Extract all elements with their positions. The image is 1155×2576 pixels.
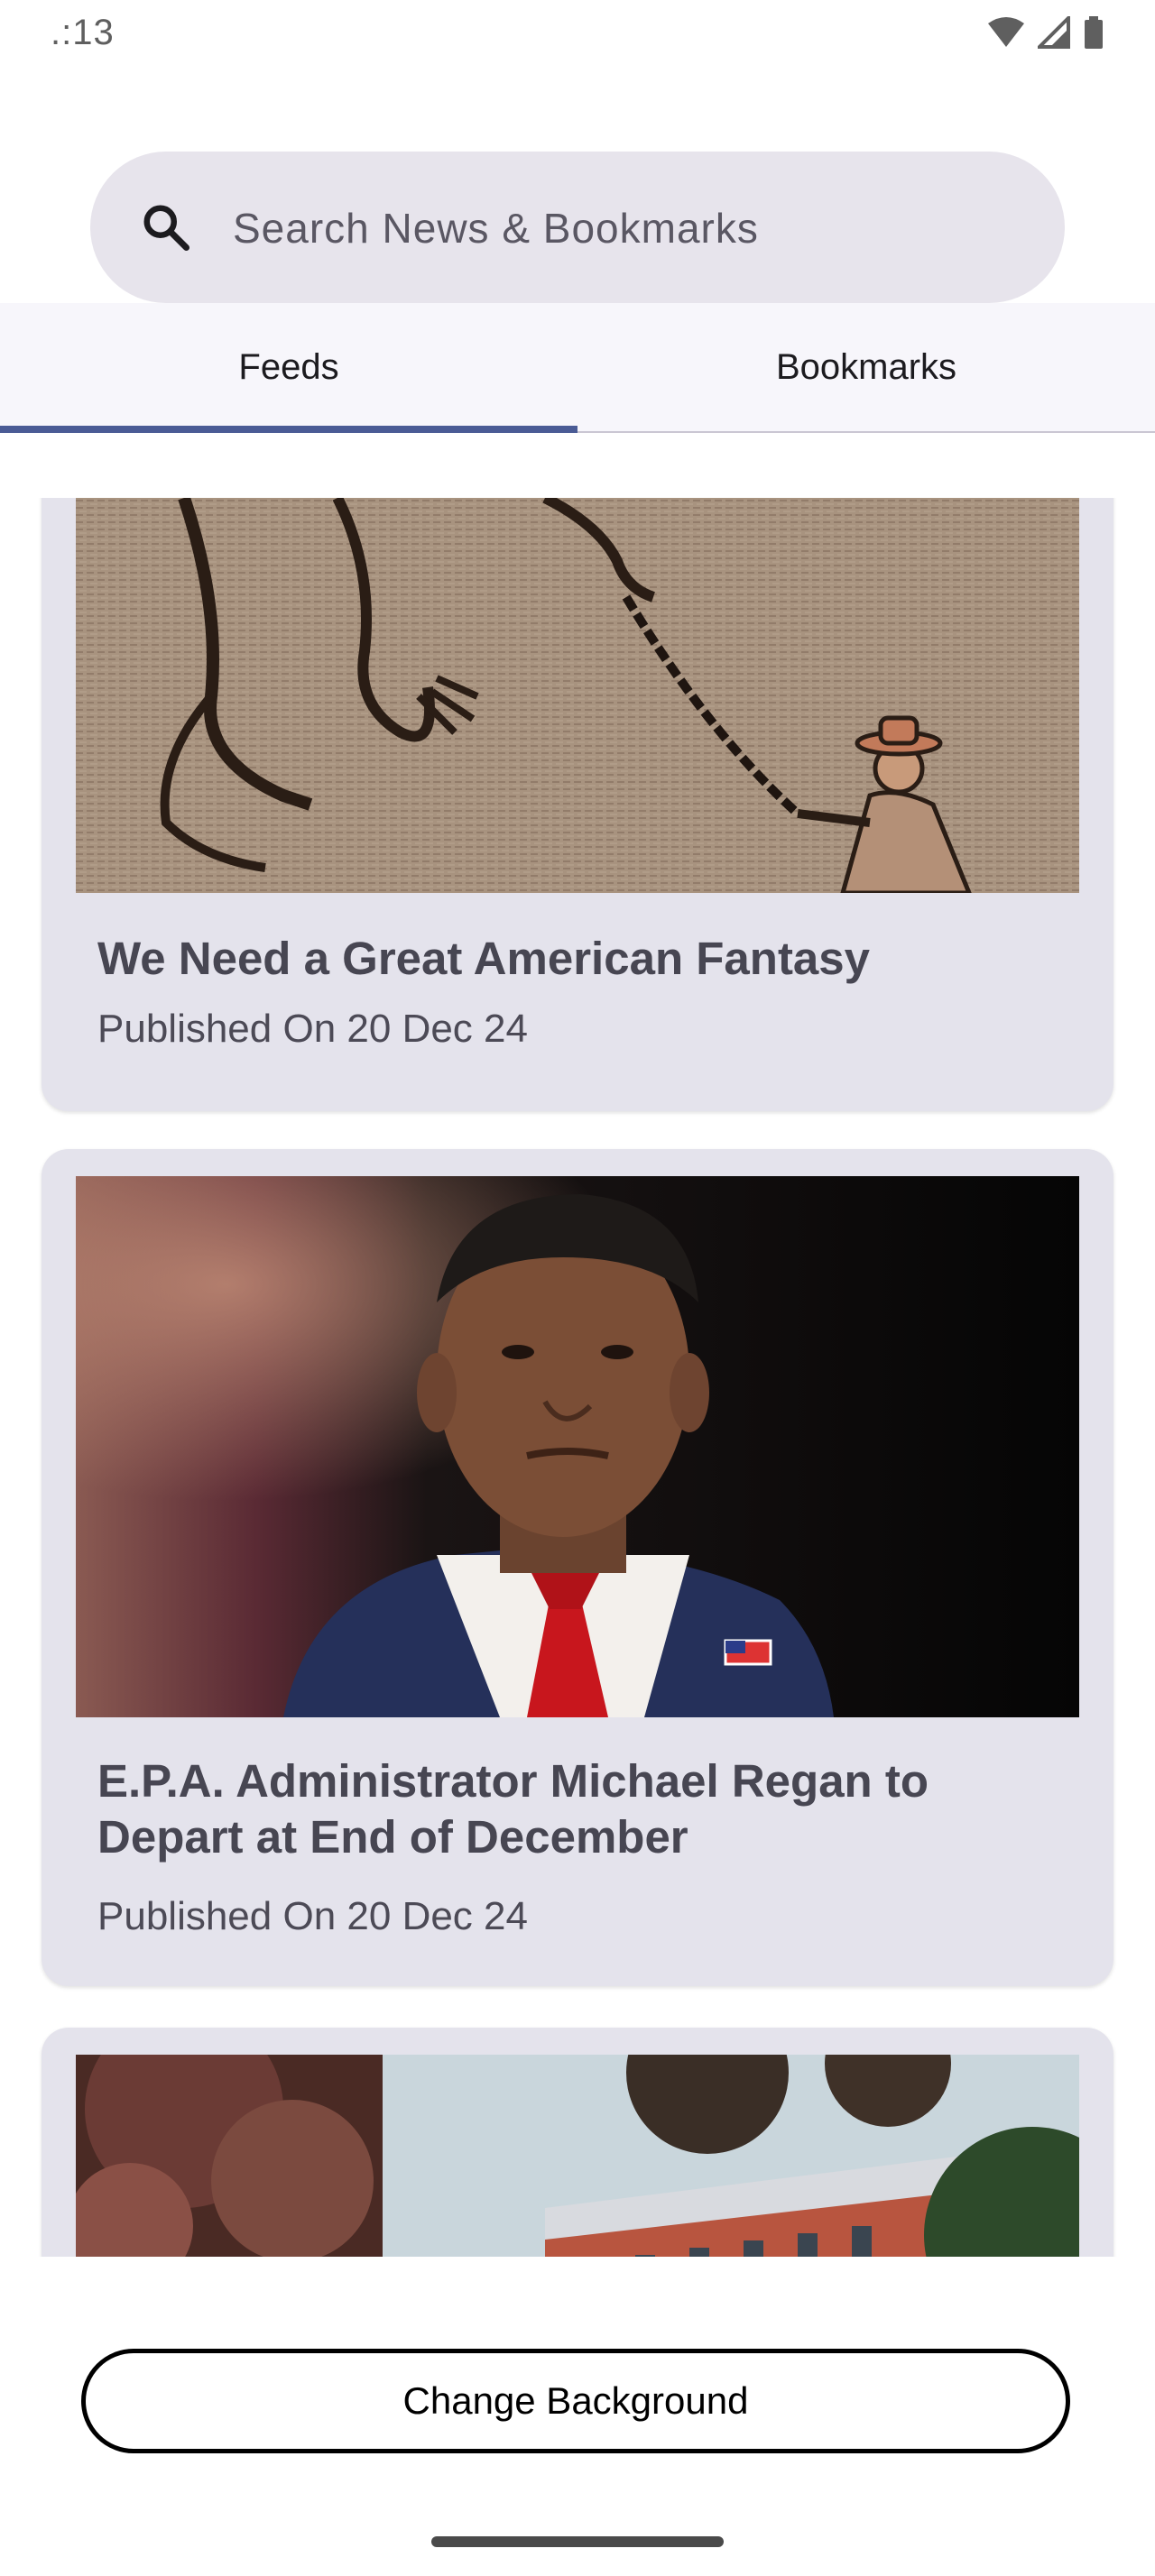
search-input[interactable] <box>231 152 1029 305</box>
news-card[interactable]: E.P.A. Administrator Michael Regan to De… <box>42 1149 1113 1986</box>
campus-image <box>76 2055 1079 2257</box>
change-background-button[interactable]: Change Background <box>81 2349 1070 2453</box>
gesture-nav-handle[interactable] <box>431 2536 724 2547</box>
illustration-image <box>76 498 1079 893</box>
search-bar[interactable] <box>90 152 1065 305</box>
status-time: .:13 <box>51 13 115 52</box>
news-card-date: Published On 20 Dec 24 <box>97 1894 528 1938</box>
search-icon[interactable] <box>139 200 193 254</box>
tab-active-indicator <box>0 426 578 433</box>
tab-bookmarks[interactable]: Bookmarks <box>578 303 1155 431</box>
tab-feeds[interactable]: Feeds <box>0 303 578 433</box>
news-card-image[interactable] <box>76 2055 1079 2257</box>
feed-list[interactable]: We Need a Great American Fantasy Publish… <box>0 498 1155 2257</box>
news-card-image[interactable] <box>76 1176 1079 1717</box>
tab-feeds-label: Feeds <box>238 346 339 387</box>
status-bar: .:13 <box>0 0 1155 65</box>
news-card-date: Published On 20 Dec 24 <box>97 1007 528 1051</box>
news-card-title: E.P.A. Administrator Michael Regan to De… <box>97 1755 929 1863</box>
portrait-image <box>76 1176 1079 1717</box>
news-card[interactable] <box>42 2028 1113 2257</box>
news-card[interactable]: We Need a Great American Fantasy Publish… <box>42 498 1113 1111</box>
status-icons <box>987 14 1104 51</box>
news-card-title: We Need a Great American Fantasy <box>97 933 871 984</box>
news-card-image[interactable] <box>76 498 1079 893</box>
cell-signal-icon <box>1038 16 1070 49</box>
battery-icon <box>1085 16 1103 49</box>
wifi-icon <box>988 17 1024 47</box>
tab-bar: Feeds Bookmarks <box>0 303 1155 433</box>
tab-bookmarks-label: Bookmarks <box>775 346 957 387</box>
